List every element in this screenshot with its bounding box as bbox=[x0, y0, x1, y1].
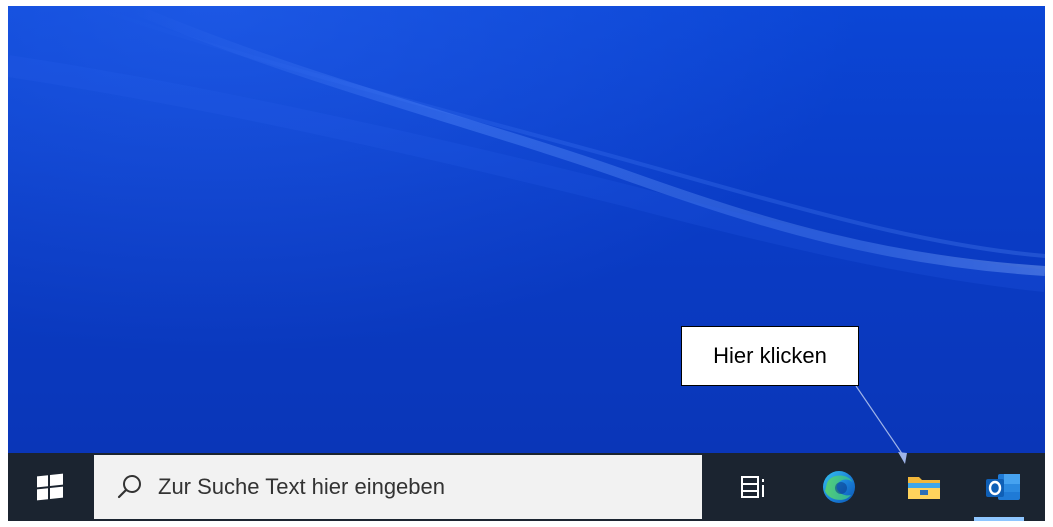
search-icon bbox=[117, 475, 141, 499]
windows-start-icon bbox=[37, 473, 63, 501]
screen: Zur Suche Text hier eingeben Hier klicke… bbox=[8, 6, 1045, 521]
file-explorer-icon bbox=[908, 477, 940, 499]
edge-button[interactable] bbox=[804, 453, 874, 521]
search-box[interactable]: Zur Suche Text hier eingeben bbox=[94, 455, 702, 519]
screenshot-frame: Zur Suche Text hier eingeben Hier klicke… bbox=[0, 0, 1053, 527]
callout-text: Hier klicken bbox=[713, 343, 827, 368]
search-placeholder[interactable]: Zur Suche Text hier eingeben bbox=[158, 474, 445, 500]
file-explorer-button[interactable] bbox=[888, 453, 960, 521]
outlook-icon bbox=[986, 474, 1020, 500]
active-app-indicator bbox=[974, 517, 1024, 521]
desktop-wallpaper bbox=[8, 6, 1045, 453]
outlook-button[interactable] bbox=[968, 453, 1038, 521]
task-view-icon bbox=[741, 476, 764, 498]
annotation-callout: Hier klicken bbox=[681, 326, 859, 386]
task-view-button[interactable] bbox=[716, 453, 792, 521]
taskbar: Zur Suche Text hier eingeben bbox=[8, 453, 1045, 521]
wallpaper-light-streaks bbox=[8, 6, 1045, 292]
start-button[interactable] bbox=[8, 453, 92, 521]
edge-icon bbox=[823, 471, 855, 503]
